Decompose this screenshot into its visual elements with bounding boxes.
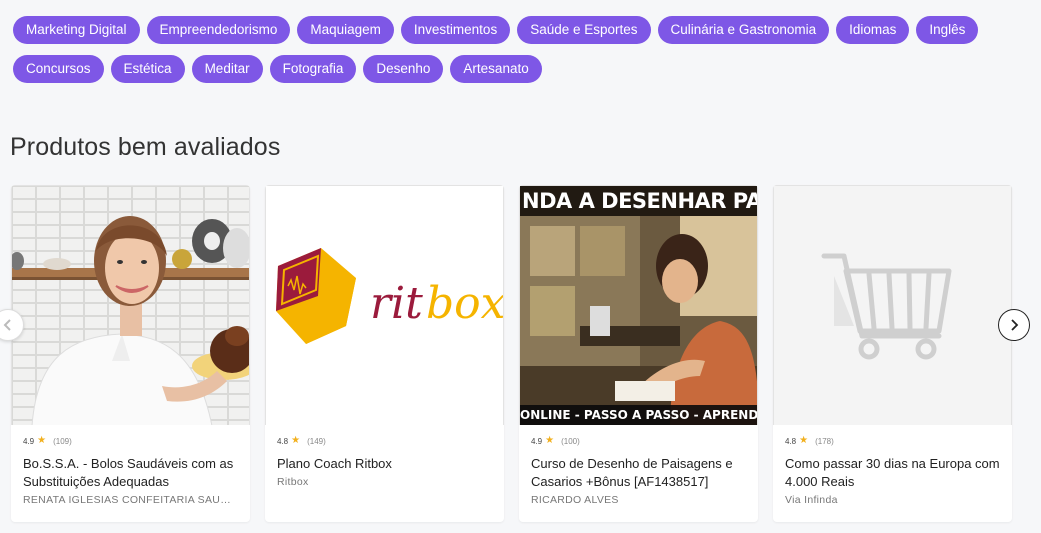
product-image[interactable] [773, 185, 1012, 425]
category-chip[interactable]: Culinária e Gastronomia [657, 16, 830, 44]
product-image[interactable]: NDA A DESENHAR PAISA ONLINE - PASSO A PA… [519, 185, 758, 425]
rating-count: (149) [307, 436, 326, 446]
category-chip[interactable]: Meditar [191, 55, 263, 83]
category-chips: Marketing Digital Empreendedorismo Maqui… [13, 16, 1033, 94]
category-chip[interactable]: Empreendedorismo [146, 16, 291, 44]
product-card[interactable]: rit box 4.8 ★ (149) Plano Coach Ritbox R… [265, 185, 504, 522]
shopping-cart-icon [821, 253, 952, 360]
product-title[interactable]: Plano Coach Ritbox [277, 455, 492, 473]
logo-text-box: box [426, 278, 504, 329]
product-image[interactable] [11, 185, 250, 425]
product-title[interactable]: Bo.S.S.A. - Bolos Saudáveis com as Subst… [23, 455, 238, 491]
category-chip[interactable]: Marketing Digital [13, 16, 140, 44]
star-icon: ★ [291, 435, 301, 446]
carousel-next-button[interactable] [998, 309, 1030, 341]
category-chip[interactable]: Idiomas [836, 16, 910, 44]
product-rating: 4.8 ★ (149) [277, 435, 492, 447]
product-rating: 4.8 ★ (178) [785, 435, 1000, 447]
product-title[interactable]: Como passar 30 dias na Europa com 4.000 … [785, 455, 1000, 491]
rating-count: (178) [815, 436, 834, 446]
product-rating: 4.9 ★ (100) [531, 435, 746, 447]
rating-count: (100) [561, 436, 580, 446]
category-chip[interactable]: Saúde e Esportes [517, 16, 651, 44]
category-chip[interactable]: Inglês [916, 16, 979, 44]
rating-value: 4.8 [785, 436, 797, 446]
image-banner-bottom: ONLINE - PASSO A PASSO - APRENDA [520, 405, 757, 425]
category-row-2: Concursos Estética Meditar Fotografia De… [13, 55, 1033, 83]
category-chip[interactable]: Investimentos [400, 16, 511, 44]
star-icon: ★ [799, 435, 809, 446]
product-image[interactable]: rit box [265, 185, 504, 425]
chevron-left-icon [3, 319, 11, 331]
product-card[interactable]: 4.9 ★ (109) Bo.S.S.A. - Bolos Saudáveis … [11, 185, 250, 522]
rating-value: 4.8 [277, 436, 289, 446]
rating-count: (109) [53, 436, 72, 446]
product-author: RICARDO ALVES [531, 494, 619, 506]
chevron-right-icon [1011, 319, 1019, 331]
product-title[interactable]: Curso de Desenho de Paisagens e Casarios… [531, 455, 746, 491]
ritbox-logo: rit box [276, 248, 504, 344]
product-author: Ritbox [277, 476, 309, 488]
category-row-1: Marketing Digital Empreendedorismo Maqui… [13, 16, 1033, 44]
category-chip[interactable]: Concursos [13, 55, 104, 83]
logo-text-rit: rit [370, 278, 423, 329]
image-banner-top: NDA A DESENHAR PAISA [520, 186, 757, 216]
product-card[interactable]: NDA A DESENHAR PAISA ONLINE - PASSO A PA… [519, 185, 758, 522]
rating-value: 4.9 [531, 436, 543, 446]
section-title: Produtos bem avaliados [10, 133, 281, 161]
category-chip[interactable]: Artesanato [450, 55, 542, 83]
star-icon: ★ [37, 435, 47, 446]
star-icon: ★ [545, 435, 555, 446]
category-chip[interactable]: Maquiagem [297, 16, 394, 44]
product-author: RENATA IGLESIAS CONFEITARIA SAUDÁVEL [23, 494, 238, 506]
category-chip[interactable]: Fotografia [269, 55, 357, 83]
category-chip[interactable]: Estética [110, 55, 185, 83]
rating-value: 4.9 [23, 436, 35, 446]
product-card[interactable]: 4.8 ★ (178) Como passar 30 dias na Europ… [773, 185, 1012, 522]
product-author: Via Infinda [785, 494, 838, 506]
product-rating: 4.9 ★ (109) [23, 435, 238, 447]
category-chip[interactable]: Desenho [363, 55, 444, 83]
